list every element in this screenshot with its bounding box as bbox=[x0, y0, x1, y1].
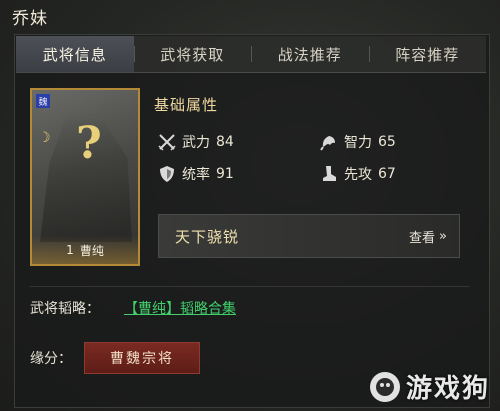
strategy-label: 武将韬略： bbox=[30, 301, 100, 317]
stat-speed: 先攻 67 bbox=[320, 164, 396, 184]
tab-hero-obtain[interactable]: 武将获取 bbox=[133, 36, 252, 72]
watermark-text: 游戏狗 bbox=[405, 374, 490, 404]
stat-force-label: 武力 bbox=[182, 135, 210, 151]
tab-hero-info[interactable]: 武将信息 bbox=[16, 36, 134, 72]
hero-page-title: 乔妹 bbox=[12, 9, 48, 29]
fate-label: 缘分： bbox=[30, 351, 72, 367]
double-chevron-right-icon: » bbox=[439, 228, 447, 244]
trait-view-button[interactable]: 查看 » bbox=[409, 227, 447, 246]
stat-intellect: 智力 65 bbox=[320, 132, 396, 152]
stat-intellect-label: 智力 bbox=[344, 135, 372, 151]
attributes-title: 基础属性 bbox=[154, 96, 219, 114]
strategy-collection-link[interactable]: 【曹纯】韬略合集 bbox=[124, 298, 236, 318]
crossed-swords-icon bbox=[158, 133, 176, 151]
crescent-icon: ☽ bbox=[38, 130, 51, 146]
boot-icon bbox=[320, 165, 338, 183]
stat-force-value: 84 bbox=[216, 134, 234, 150]
stat-intellect-value: 65 bbox=[378, 134, 396, 150]
section-divider bbox=[30, 286, 470, 287]
watermark: 游戏狗 bbox=[369, 368, 490, 405]
brain-icon bbox=[320, 133, 338, 151]
tab-lineup-recommend[interactable]: 阵容推荐 bbox=[368, 36, 487, 72]
stat-speed-label: 先攻 bbox=[344, 167, 372, 183]
watermark-logo-icon bbox=[369, 371, 400, 402]
trait-row: 天下骁锐 查看 » bbox=[158, 214, 460, 258]
stat-command-value: 91 bbox=[216, 166, 234, 182]
tab-bar: 武将信息 武将获取 战法推荐 阵容推荐 bbox=[16, 36, 486, 73]
trait-view-label: 查看 bbox=[409, 230, 436, 246]
hero-name-bar: 1 曹纯 bbox=[32, 236, 138, 264]
shield-icon bbox=[158, 165, 176, 183]
stat-force: 武力 84 bbox=[158, 132, 234, 152]
hero-cost: 1 bbox=[66, 243, 74, 257]
fate-badge[interactable]: 曹魏宗将 bbox=[84, 342, 200, 374]
stat-command: 统率 91 bbox=[158, 164, 234, 184]
hero-card[interactable]: 魏 ☽ ? 1 曹纯 bbox=[30, 88, 140, 266]
stat-speed-value: 67 bbox=[378, 166, 396, 182]
faction-badge: 魏 bbox=[36, 94, 50, 108]
hero-name: 曹纯 bbox=[79, 243, 104, 258]
tab-skill-recommend[interactable]: 战法推荐 bbox=[251, 36, 369, 72]
trait-name: 天下骁锐 bbox=[175, 227, 240, 246]
stat-command-label: 统率 bbox=[182, 167, 210, 183]
unknown-portrait-icon: ? bbox=[76, 118, 102, 169]
